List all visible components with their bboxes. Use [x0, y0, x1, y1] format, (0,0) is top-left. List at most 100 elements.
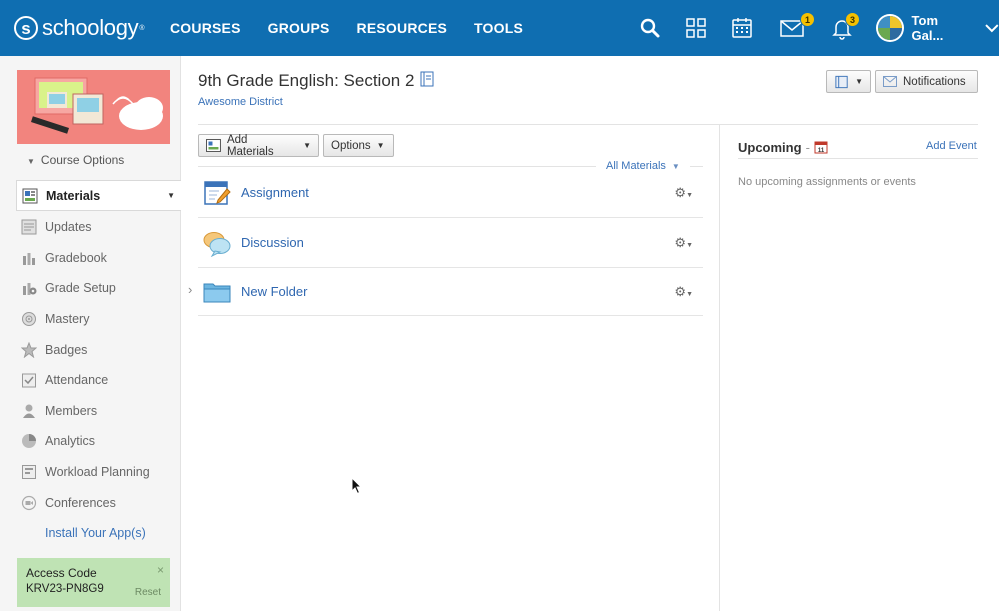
nav-courses[interactable]: COURSES	[170, 20, 241, 36]
sidebar-item-grade-setup[interactable]: Grade Setup	[16, 273, 181, 304]
material-title[interactable]: Assignment	[241, 185, 309, 200]
assignment-icon	[203, 179, 231, 207]
sidebar-item-label: Members	[45, 403, 98, 418]
gear-icon[interactable]: ⚙▼	[674, 185, 693, 201]
envelope-icon	[883, 76, 897, 87]
sidebar-item-members[interactable]: Members	[16, 396, 181, 427]
logo-mark: s	[14, 16, 38, 40]
updates-icon	[20, 218, 38, 236]
calendar-icon[interactable]: 11	[814, 140, 828, 154]
course-sidebar: ▼ Course Options Materials ▼ Updates Grad…	[0, 56, 181, 611]
caret-down-icon: ▼	[27, 157, 35, 166]
sidebar-item-label: Materials	[46, 188, 101, 203]
install-apps-link[interactable]: Install Your App(s)	[16, 518, 181, 549]
nav-resources[interactable]: RESOURCES	[357, 20, 447, 36]
sidebar-item-mastery[interactable]: Mastery	[16, 304, 181, 335]
add-materials-label: Add Materials	[226, 133, 274, 158]
messages-count-badge: 1	[800, 12, 815, 27]
sidebar-item-conferences[interactable]: Conferences	[16, 487, 181, 518]
apps-grid-icon[interactable]	[684, 16, 708, 40]
sidebar-item-label: Workload Planning	[45, 465, 150, 480]
course-options-menu[interactable]: ▼ Course Options	[27, 153, 124, 167]
caret-down-icon: ▼	[376, 141, 385, 150]
sidebar-item-label: Grade Setup	[45, 281, 116, 296]
course-options-label: Course Options	[40, 153, 125, 167]
avatar	[876, 14, 904, 42]
filter-divider-right	[690, 166, 703, 167]
sidebar-item-gradebook[interactable]: Gradebook	[16, 243, 181, 274]
gradebook-icon	[20, 249, 38, 267]
course-notebook-icon	[419, 71, 435, 87]
sidebar-item-label: Updates	[45, 220, 92, 235]
sidebar-item-label: Badges	[45, 342, 88, 357]
notifications-button[interactable]: Notifications	[875, 70, 978, 93]
close-icon[interactable]: ×	[157, 563, 164, 577]
options-label: Options	[331, 139, 371, 152]
workload-planning-icon	[20, 463, 38, 481]
mouse-cursor-icon	[351, 477, 363, 495]
conferences-icon	[20, 494, 38, 512]
nav-groups[interactable]: GROUPS	[268, 20, 330, 36]
sidebar-item-label: Mastery	[45, 312, 90, 327]
page-title: 9th Grade English: Section 2	[198, 71, 415, 90]
add-event-link[interactable]: Add Event	[926, 140, 977, 152]
notifications-count-badge: 3	[845, 12, 860, 27]
course-view-dropdown[interactable]: ▼	[826, 70, 871, 93]
access-code-label: Access Code	[26, 566, 97, 580]
reset-access-code-link[interactable]: Reset	[135, 587, 161, 598]
upcoming-empty-message: No upcoming assignments or events	[738, 176, 916, 188]
notifications-button-label: Notifications	[903, 75, 966, 88]
access-code-box: Access Code KRV23-PN8G9 × Reset	[17, 558, 170, 607]
chevron-down-icon	[985, 24, 999, 33]
upcoming-divider	[738, 158, 978, 159]
sidebar-item-updates[interactable]: Updates	[16, 212, 181, 243]
material-title[interactable]: Discussion	[241, 235, 304, 250]
notebook-icon	[835, 75, 848, 88]
user-menu[interactable]: Tom Gal...	[876, 13, 999, 43]
gear-icon[interactable]: ⚙▼	[674, 284, 693, 300]
upcoming-panel	[719, 125, 999, 611]
district-link[interactable]: Awesome District	[198, 96, 283, 108]
course-picture[interactable]	[17, 70, 170, 144]
calendar-icon[interactable]	[730, 16, 754, 40]
logo-text: schoology	[42, 15, 139, 40]
material-title[interactable]: New Folder	[241, 284, 307, 299]
user-name: Tom Gal...	[911, 13, 944, 43]
caret-down-icon: ▼	[855, 77, 863, 86]
sidebar-item-badges[interactable]: Badges	[16, 334, 181, 365]
search-icon[interactable]	[638, 16, 662, 40]
caret-down-icon: ▼	[303, 141, 311, 150]
mastery-icon	[20, 310, 38, 328]
sidebar-item-label: Analytics	[45, 434, 96, 449]
sidebar-item-label: Conferences	[45, 495, 116, 510]
gear-icon[interactable]: ⚙▼	[674, 235, 693, 251]
main-nav: COURSES GROUPS RESOURCES TOOLS	[170, 0, 550, 56]
materials-icon	[21, 187, 39, 205]
add-materials-button[interactable]: Add Materials ▼	[198, 133, 319, 158]
schoology-logo[interactable]: s schoology ®	[14, 14, 145, 42]
badges-icon	[20, 341, 38, 359]
sidebar-item-attendance[interactable]: Attendance	[16, 365, 181, 396]
analytics-icon	[20, 432, 38, 450]
list-item[interactable]: New Folder ⚙▼	[198, 268, 703, 316]
grade-setup-icon	[20, 279, 38, 297]
calendar-day-number: 11	[818, 148, 825, 154]
chevron-right-icon[interactable]: ›	[188, 282, 192, 297]
nav-tools[interactable]: TOOLS	[474, 20, 523, 36]
sidebar-item-workload-planning[interactable]: Workload Planning	[16, 457, 181, 488]
upcoming-separator: -	[805, 140, 810, 155]
sidebar-item-materials[interactable]: Materials ▼	[16, 180, 181, 211]
caret-down-icon: ▼	[167, 191, 175, 200]
sidebar-item-analytics[interactable]: Analytics	[16, 426, 181, 457]
logo-trademark: ®	[139, 24, 145, 32]
list-item[interactable]: Discussion ⚙▼	[198, 218, 703, 268]
materials-icon	[206, 139, 221, 152]
options-button[interactable]: Options ▼	[323, 134, 394, 157]
top-navigation-bar: s schoology ® COURSES GROUPS RESOURCES TO…	[0, 0, 999, 56]
list-item[interactable]: Assignment ⚙▼	[198, 168, 703, 218]
discussion-icon	[203, 229, 231, 257]
sidebar-item-label: Gradebook	[45, 250, 107, 265]
attendance-icon	[20, 371, 38, 389]
members-icon	[20, 402, 38, 420]
upcoming-heading: Upcoming - 11	[738, 140, 828, 155]
